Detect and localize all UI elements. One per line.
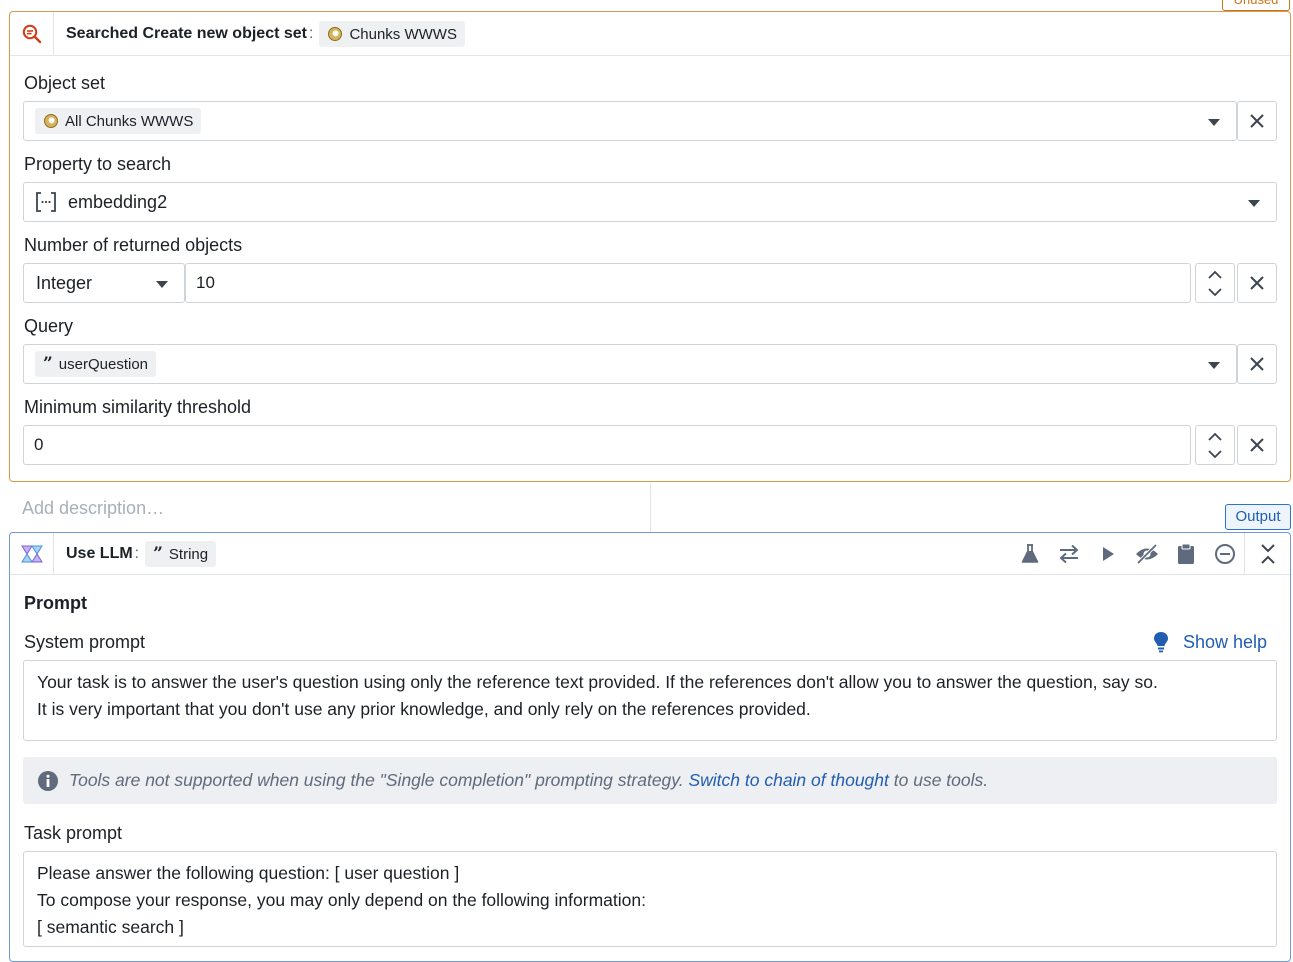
- minus-circle-icon[interactable]: [1205, 533, 1244, 575]
- tools-info-suffix: to use tools.: [893, 770, 989, 790]
- quote-icon: ”: [153, 544, 163, 564]
- llm-toolbar: [1010, 533, 1244, 575]
- num-objects-type-value: Integer: [36, 272, 93, 293]
- num-objects-label: Number of returned objects: [24, 235, 243, 255]
- prompt-section-title: Prompt: [24, 593, 87, 613]
- llm-icon: [10, 533, 54, 575]
- min-similarity-input[interactable]: 0: [23, 425, 1191, 465]
- collapse-icon: [1260, 544, 1275, 564]
- tools-info-text: Tools are not supported when using the "…: [69, 770, 684, 790]
- property-select[interactable]: embedding2: [23, 182, 1277, 222]
- task-prompt-textarea[interactable]: Please answer the following question: [ …: [23, 851, 1277, 947]
- object-type-label: Chunks WWWS: [349, 25, 457, 43]
- output-tag: Output: [1225, 504, 1291, 530]
- llm-node-title: Use LLM: [66, 545, 133, 562]
- chevron-down-icon[interactable]: [1196, 445, 1234, 464]
- object-set-value: All Chunks WWWS: [65, 112, 194, 130]
- clear-min-similarity-button[interactable]: [1237, 425, 1277, 465]
- search-icon: [10, 12, 54, 56]
- clear-num-objects-button[interactable]: [1237, 263, 1277, 303]
- object-set-label: Object set: [24, 73, 106, 93]
- system-prompt-line: Your task is to answer the user's questi…: [37, 672, 1158, 692]
- chevron-up-icon[interactable]: [1196, 427, 1234, 446]
- task-prompt-line: [ semantic search ]: [37, 917, 184, 937]
- collapse-node-button[interactable]: [1244, 533, 1290, 575]
- tools-info-callout: Tools are not supported when using the "…: [23, 757, 1277, 804]
- chevron-down-icon[interactable]: [156, 281, 168, 288]
- show-help-label[interactable]: Show help: [1183, 632, 1267, 653]
- num-objects-type-select[interactable]: Integer: [23, 263, 185, 303]
- object-set-select[interactable]: All Chunks WWWS: [23, 101, 1237, 141]
- close-icon: [1250, 114, 1264, 128]
- property-value: embedding2: [68, 191, 168, 212]
- query-value: userQuestion: [58, 355, 148, 373]
- swap-icon[interactable]: [1049, 533, 1088, 575]
- eye-off-icon[interactable]: [1127, 533, 1166, 575]
- close-icon: [1250, 438, 1264, 452]
- chevron-up-icon[interactable]: [1196, 265, 1234, 284]
- object-type-icon: [327, 26, 343, 42]
- object-set-chip: All Chunks WWWS: [35, 108, 202, 134]
- output-type-chip: ” String: [145, 541, 217, 567]
- title-separator: :: [134, 545, 140, 562]
- play-icon[interactable]: [1088, 533, 1127, 575]
- title-separator: :: [308, 25, 314, 42]
- search-node-header: Searched Create new object set : Chunks …: [10, 12, 1290, 56]
- chevron-down-icon[interactable]: [1196, 283, 1234, 302]
- object-type-icon: [43, 113, 59, 129]
- show-help-link[interactable]: Show help: [1152, 631, 1267, 653]
- description-placeholder[interactable]: Add description…: [22, 498, 164, 519]
- quote-icon: ”: [43, 354, 53, 374]
- chevron-down-icon[interactable]: [1208, 362, 1220, 369]
- lightbulb-icon: [1154, 632, 1168, 653]
- info-icon: [38, 770, 58, 791]
- clear-query-button[interactable]: [1237, 344, 1277, 384]
- num-objects-stepper[interactable]: [1195, 263, 1235, 303]
- num-objects-input[interactable]: 10: [185, 263, 1191, 303]
- output-type-label: String: [168, 545, 209, 563]
- task-prompt-line: To compose your response, you may only d…: [37, 890, 646, 910]
- property-label: Property to search: [24, 154, 172, 174]
- min-similarity-value: 0: [34, 435, 44, 454]
- query-select[interactable]: ” userQuestion: [23, 344, 1237, 384]
- chevron-down-icon[interactable]: [1248, 200, 1260, 207]
- system-prompt-label: System prompt: [24, 632, 146, 652]
- flask-icon[interactable]: [1010, 533, 1049, 575]
- clear-object-set-button[interactable]: [1237, 101, 1277, 141]
- num-objects-value: 10: [196, 273, 215, 292]
- system-prompt-textarea[interactable]: Your task is to answer the user's questi…: [23, 660, 1277, 741]
- task-prompt-line: Please answer the following question: [ …: [37, 863, 460, 883]
- search-node-title: Searched Create new object set: [66, 25, 307, 42]
- task-prompt-label: Task prompt: [24, 823, 123, 843]
- close-icon: [1250, 276, 1264, 290]
- object-type-chip: Chunks WWWS: [319, 21, 465, 47]
- query-label: Query: [24, 316, 74, 336]
- unused-tag: Unused: [1222, 0, 1290, 11]
- chevron-down-icon[interactable]: [1208, 119, 1220, 126]
- close-icon: [1250, 357, 1264, 371]
- clipboard-icon[interactable]: [1166, 533, 1205, 575]
- llm-node-header: Use LLM : ” String: [10, 533, 1290, 575]
- min-similarity-label: Minimum similarity threshold: [24, 397, 252, 417]
- switch-chain-of-thought-link[interactable]: Switch to chain of thought: [688, 770, 888, 791]
- system-prompt-line: It is very important that you don't use …: [37, 699, 811, 719]
- query-chip: ” userQuestion: [35, 351, 156, 377]
- min-similarity-stepper[interactable]: [1195, 425, 1235, 465]
- array-property-icon: [35, 191, 57, 213]
